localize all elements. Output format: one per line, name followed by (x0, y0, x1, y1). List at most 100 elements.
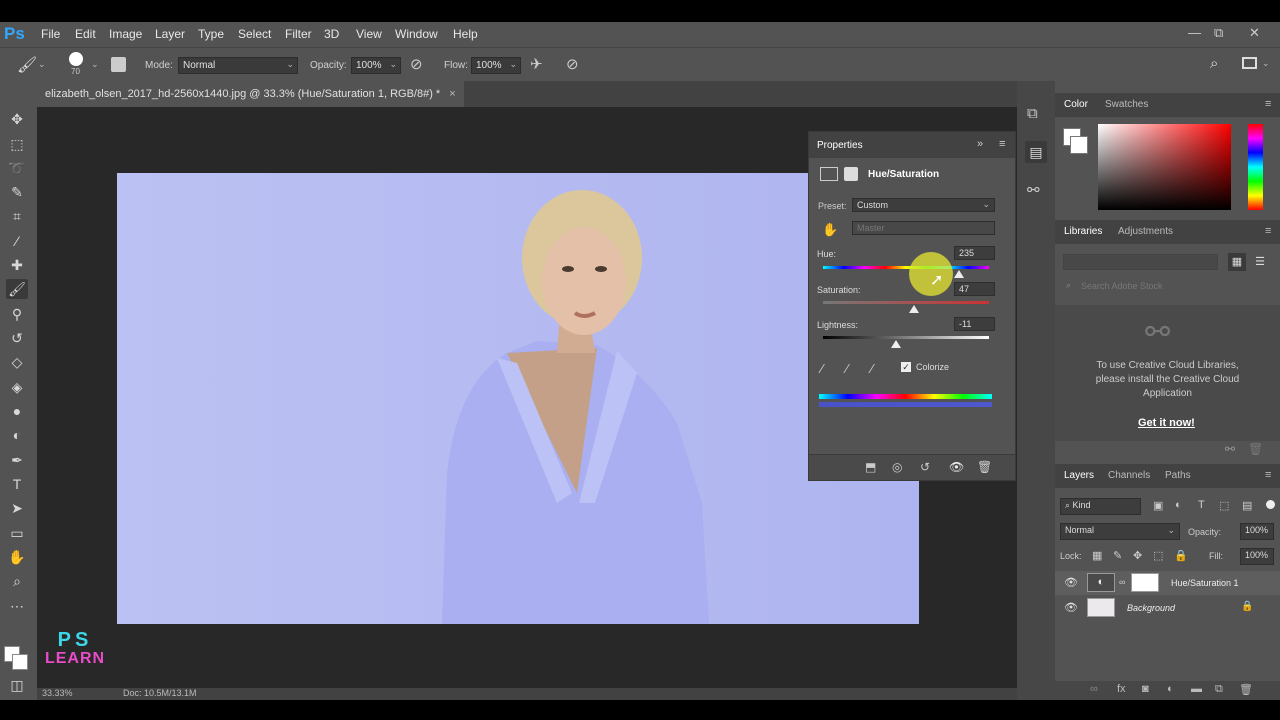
cloud-sync-icon[interactable]: ⚯ (1225, 442, 1235, 456)
history-panel-icon[interactable]: ⧉ (1027, 105, 1038, 122)
menu-window[interactable]: Window (395, 27, 438, 41)
close-icon[interactable]: × (449, 88, 455, 100)
delete-icon[interactable]: 🗑 (977, 460, 992, 474)
saturation-slider[interactable] (823, 301, 989, 304)
filter-shape-icon[interactable]: ⬚ (1219, 499, 1229, 512)
library-select[interactable] (1063, 254, 1218, 270)
brush-preset-icon[interactable] (69, 52, 83, 66)
brush-panel-icon[interactable] (111, 57, 126, 72)
properties-panel-icon[interactable]: ▤ (1025, 141, 1047, 163)
clip-to-layer-icon[interactable]: ⬒ (865, 460, 876, 474)
layer-opacity-input[interactable]: 100% (1240, 523, 1274, 540)
filter-type-icon[interactable]: T (1198, 499, 1205, 511)
visibility-eye-icon[interactable]: 👁 (1064, 601, 1078, 614)
workspace-icon[interactable] (1242, 57, 1257, 69)
clone-stamp-tool-icon[interactable]: ⚲ (6, 304, 28, 324)
hue-spectrum-bar[interactable] (1248, 124, 1263, 210)
new-group-icon[interactable]: ▬ (1191, 683, 1202, 695)
minimize-button[interactable]: — (1188, 25, 1201, 40)
dodge-tool-icon[interactable]: ◐ (6, 425, 28, 445)
grid-view-icon[interactable]: ▦ (1228, 253, 1246, 271)
menu-type[interactable]: Type (198, 27, 224, 41)
document-canvas[interactable] (117, 173, 919, 624)
libraries-panel-icon[interactable]: ⚯ (1027, 181, 1040, 199)
brush-tool-icon[interactable]: 🖌 (17, 55, 37, 75)
filter-adjustment-icon[interactable]: ◐ (1175, 499, 1182, 511)
eyedropper-icon[interactable]: ⁄ (821, 361, 823, 376)
restore-button[interactable]: ⧉ (1214, 25, 1223, 41)
tab-paths[interactable]: Paths (1165, 470, 1191, 481)
pressure-opacity-icon[interactable]: ⊘ (410, 55, 423, 73)
lightness-input[interactable]: -11 (954, 317, 995, 331)
chevron-down-icon[interactable]: ⌄ (38, 59, 46, 70)
saturation-slider-thumb[interactable] (909, 305, 920, 313)
visibility-eye-icon[interactable]: 👁 (949, 460, 964, 474)
hue-input[interactable]: 235 (954, 246, 995, 260)
chevron-down-icon[interactable]: ⌄ (1262, 58, 1270, 69)
fill-input[interactable]: 100% (1240, 548, 1274, 565)
stock-search-input[interactable]: ⌕ Search Adobe Stock (1063, 279, 1273, 295)
blur-tool-icon[interactable]: ● (6, 401, 28, 421)
layer-filter-select[interactable]: ⌕ Kind (1060, 498, 1141, 515)
channel-select[interactable]: Master (852, 221, 995, 235)
hand-tool-icon[interactable]: ✋ (6, 547, 28, 567)
visibility-eye-icon[interactable]: 👁 (1064, 576, 1078, 589)
pressure-size-icon[interactable]: ⊘ (566, 55, 579, 73)
menu-filter[interactable]: Filter (285, 27, 312, 41)
tab-adjustments[interactable]: Adjustments (1118, 226, 1173, 237)
paint-bucket-tool-icon[interactable]: ◈ (6, 377, 28, 397)
menu-select[interactable]: Select (238, 27, 271, 41)
filter-pixel-icon[interactable]: ▣ (1153, 499, 1163, 512)
background-color-swatch[interactable] (1070, 136, 1088, 154)
menu-image[interactable]: Image (109, 27, 142, 41)
add-mask-icon[interactable]: ◙ (1142, 683, 1149, 695)
collapse-icon[interactable]: » (977, 138, 983, 150)
healing-brush-tool-icon[interactable]: ✚ (6, 255, 28, 275)
crop-tool-icon[interactable]: ⌗ (6, 206, 28, 226)
tab-libraries[interactable]: Libraries (1064, 226, 1102, 237)
colorize-checkbox[interactable]: ✓ (901, 362, 911, 372)
new-layer-icon[interactable]: ⧉ (1215, 683, 1223, 696)
lock-artboard-icon[interactable]: ⬚ (1153, 549, 1163, 562)
eyedropper-plus-icon[interactable]: ⁄ (846, 361, 848, 376)
panel-menu-icon[interactable]: ≡ (1265, 98, 1271, 110)
color-picker-field[interactable] (1098, 124, 1231, 210)
pen-tool-icon[interactable]: ✒ (6, 450, 28, 470)
menu-view[interactable]: View (356, 27, 382, 41)
tab-layers[interactable]: Layers (1064, 470, 1094, 481)
panel-menu-icon[interactable]: ≡ (1265, 225, 1271, 237)
eyedropper-tool-icon[interactable]: ⁄ (6, 231, 28, 251)
new-adjustment-icon[interactable]: ◐ (1167, 683, 1174, 695)
delete-layer-icon[interactable]: 🗑 (1239, 683, 1253, 696)
lightness-slider[interactable] (823, 336, 989, 339)
targeted-adjustment-hand-icon[interactable]: ✋ (822, 222, 838, 238)
opacity-input[interactable]: 100% ⌄ (351, 57, 401, 74)
type-tool-icon[interactable]: T (6, 474, 28, 494)
layer-mask-thumbnail[interactable] (1131, 573, 1159, 592)
tab-channels[interactable]: Channels (1108, 470, 1150, 481)
lasso-tool-icon[interactable]: ➰ (6, 158, 28, 178)
move-tool-icon[interactable]: ✥ (6, 109, 28, 129)
view-previous-icon[interactable]: ◎ (892, 460, 902, 474)
menu-file[interactable]: File (41, 27, 60, 41)
zoom-readout[interactable]: 33.33% (42, 688, 73, 698)
layer-row[interactable]: 👁 Background 🔒 (1055, 596, 1280, 620)
menu-layer[interactable]: Layer (155, 27, 185, 41)
lightness-slider-thumb[interactable] (891, 340, 902, 348)
brush-tool-icon[interactable]: 🖌 (6, 279, 28, 299)
rectangle-tool-icon[interactable]: ▭ (6, 523, 28, 543)
menu-edit[interactable]: Edit (75, 27, 96, 41)
airbrush-icon[interactable]: ✈ (530, 55, 543, 73)
eyedropper-minus-icon[interactable]: ⁄ (871, 361, 873, 376)
tab-swatches[interactable]: Swatches (1105, 99, 1148, 110)
menu-3d[interactable]: 3D (324, 27, 339, 41)
panel-menu-icon[interactable]: ≡ (1265, 469, 1271, 481)
filter-smart-object-icon[interactable]: ▤ (1242, 499, 1252, 512)
path-selection-tool-icon[interactable]: ➤ (6, 498, 28, 518)
chevron-down-icon[interactable]: ⌄ (91, 59, 99, 70)
search-icon[interactable]: ⌕ (1210, 55, 1218, 72)
doc-info[interactable]: Doc: 10.5M/13.1M (123, 688, 197, 698)
lock-position-icon[interactable]: ✥ (1133, 549, 1142, 562)
list-view-icon[interactable]: ☰ (1251, 253, 1269, 271)
mode-select[interactable]: Normal ⌄ (178, 57, 298, 74)
